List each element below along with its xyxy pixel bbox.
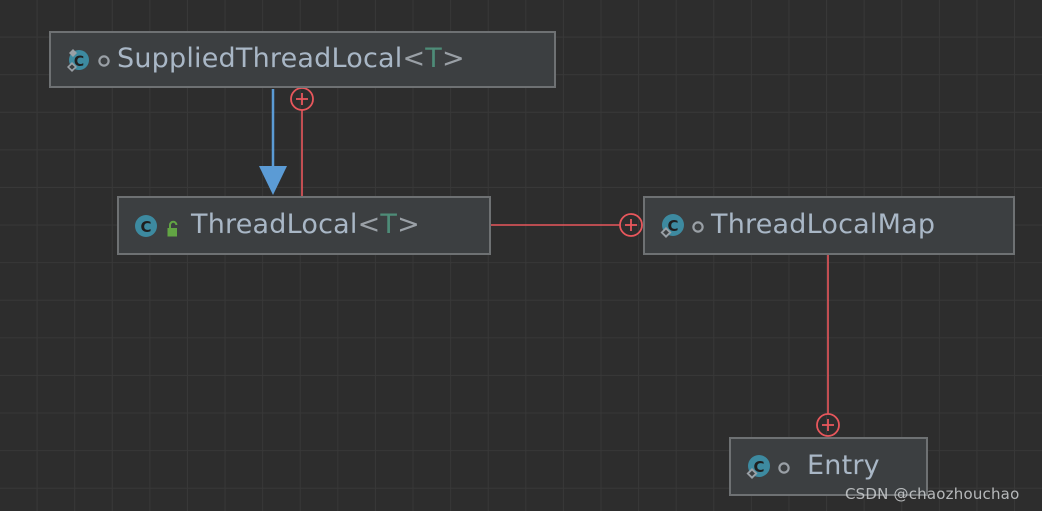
edge-association-threadlocal-to-map[interactable] xyxy=(491,213,643,237)
edge-inheritance-supplied-to-threadlocal[interactable] xyxy=(259,89,287,195)
uml-class-diagram-canvas[interactable]: C SuppliedThreadLocal<T> C ThreadLocal<T… xyxy=(0,0,1042,511)
plus-circle-icon[interactable] xyxy=(290,87,314,111)
package-private-dot-icon xyxy=(777,460,791,474)
class-node-label: SuppliedThreadLocal<T> xyxy=(117,42,465,74)
watermark-text: CSDN @chaozhouchao xyxy=(845,485,1020,503)
class-node-supplied-thread-local[interactable]: C SuppliedThreadLocal<T> xyxy=(49,31,556,88)
plus-circle-icon[interactable] xyxy=(816,413,840,437)
package-private-dot-icon xyxy=(97,53,111,67)
edge-association-map-to-entry[interactable] xyxy=(816,255,840,437)
class-icon: C xyxy=(657,211,687,241)
class-node-thread-local-map[interactable]: C ThreadLocalMap xyxy=(643,196,1015,255)
class-node-thread-local[interactable]: C ThreadLocal<T> xyxy=(117,196,491,255)
class-icon: C xyxy=(131,211,161,241)
class-node-label: Entry xyxy=(807,449,880,481)
class-icon: C xyxy=(63,45,93,75)
plus-circle-icon[interactable] xyxy=(619,213,643,237)
inheritance-arrowhead xyxy=(259,166,287,195)
svg-text:C: C xyxy=(140,218,151,236)
class-icon: C xyxy=(743,452,773,482)
package-private-dot-icon xyxy=(691,219,705,233)
edge-association-threadlocal-to-supplied[interactable] xyxy=(290,87,314,196)
class-node-label: ThreadLocalMap xyxy=(711,208,936,240)
class-node-label: ThreadLocal<T> xyxy=(191,208,420,240)
public-unlocked-icon xyxy=(165,219,183,236)
